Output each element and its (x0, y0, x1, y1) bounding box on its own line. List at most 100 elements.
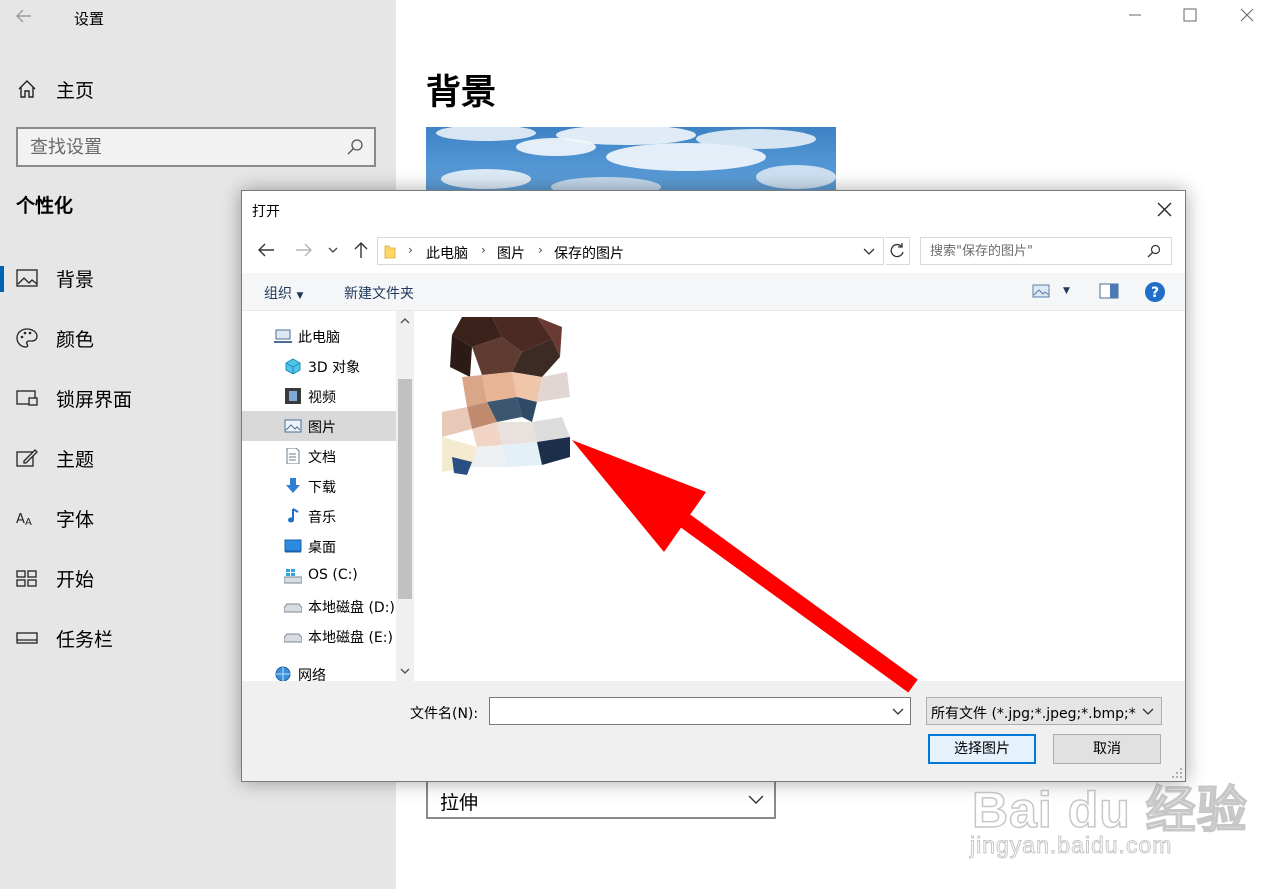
tree-item-drive-d[interactable]: 本地磁盘 (D:) (242, 591, 396, 621)
breadcrumb-pictures[interactable]: 图片 (497, 243, 525, 263)
navigation-tree: 此电脑 3D 对象 视频 图片 文档 下载 音乐 桌面 OS (C:) 本地磁盘… (242, 311, 414, 681)
view-dropdown-icon[interactable]: ▼ (1063, 286, 1070, 296)
nav-item-label: 锁屏界面 (56, 389, 133, 411)
svg-text:?: ? (1151, 285, 1159, 301)
filename-field[interactable] (489, 697, 911, 725)
up-arrow-icon[interactable] (350, 239, 372, 261)
home-icon (18, 80, 36, 98)
chevron-down-icon[interactable] (892, 707, 904, 717)
nav-home[interactable]: 主页 (0, 70, 396, 106)
organize-button[interactable]: 组织 ▼ (264, 283, 303, 303)
image-file-thumbnail[interactable] (442, 317, 570, 477)
dialog-search[interactable] (920, 237, 1172, 265)
maximize-icon (1183, 8, 1197, 22)
nav-item-label: 任务栏 (56, 629, 114, 651)
view-mode-icon[interactable] (1032, 282, 1050, 300)
tree-item-music[interactable]: 音乐 (242, 501, 396, 531)
fit-select[interactable]: 拉伸 (426, 779, 776, 819)
new-folder-button[interactable]: 新建文件夹 (344, 283, 414, 303)
back-button[interactable] (14, 6, 38, 28)
dialog-search-input[interactable] (930, 242, 1140, 260)
dialog-close-button[interactable] (1151, 199, 1177, 221)
breadcrumb-this-pc[interactable]: 此电脑 (426, 243, 468, 263)
forward-arrow-icon[interactable] (293, 239, 315, 261)
page-title: 背景 (426, 73, 497, 113)
tree-item-downloads[interactable]: 下载 (242, 471, 396, 501)
tree-item-label: OS (C:) (308, 567, 358, 583)
dropdown-triangle-icon: ▼ (296, 291, 304, 301)
tree-item-3d-objects[interactable]: 3D 对象 (242, 351, 396, 381)
cube-icon (285, 358, 301, 374)
filetype-dropdown[interactable] (1139, 698, 1157, 724)
image-icon (16, 269, 38, 287)
breadcrumb-separator: › (538, 243, 543, 257)
tree-item-label: 文档 (308, 450, 336, 466)
nav-item-label: 背景 (56, 269, 95, 291)
pictures-icon (284, 419, 302, 433)
tree-item-documents[interactable]: 文档 (242, 441, 396, 471)
tree-item-drive-e[interactable]: 本地磁盘 (E:) (242, 621, 396, 651)
nav-item-label: 主题 (56, 449, 95, 471)
breadcrumb-separator: › (481, 243, 486, 257)
lock-screen-icon (16, 390, 38, 406)
film-icon (285, 388, 301, 404)
breadcrumb-saved-pictures[interactable]: 保存的图片 (554, 243, 624, 263)
address-bar[interactable]: › 此电脑 › 图片 › 保存的图片 (377, 237, 884, 265)
search-icon[interactable] (346, 138, 364, 156)
search-icon[interactable] (1147, 244, 1161, 258)
maximize-button[interactable] (1175, 6, 1205, 28)
help-icon[interactable]: ? (1144, 281, 1166, 303)
nav-item-label: 颜色 (56, 329, 95, 351)
close-icon (1240, 8, 1254, 22)
scrollbar-thumb[interactable] (398, 379, 412, 599)
tree-item-label: 网络 (298, 668, 326, 681)
filename-label: 文件名(N): (410, 706, 479, 722)
chevron-up-icon[interactable] (399, 315, 411, 327)
settings-search-input[interactable] (30, 135, 330, 159)
close-button[interactable] (1232, 6, 1262, 28)
tree-item-drive-c[interactable]: OS (C:) (242, 561, 396, 591)
nav-item-label: 开始 (56, 569, 95, 591)
back-arrow-icon[interactable] (255, 239, 277, 261)
theme-icon (16, 449, 38, 467)
filetype-select[interactable]: 所有文件 (*.jpg;*.jpeg;*.bmp;* (926, 697, 1162, 725)
chevron-down-icon[interactable] (863, 247, 875, 257)
minimize-icon (1129, 14, 1141, 16)
svg-text:A: A (16, 512, 25, 527)
svg-text:A: A (25, 517, 32, 528)
refresh-icon (890, 243, 904, 258)
chevron-down-icon (748, 795, 764, 804)
nav-home-label: 主页 (56, 80, 95, 102)
tree-item-label: 桌面 (308, 540, 336, 556)
palette-icon (16, 328, 38, 348)
tree-item-label: 此电脑 (298, 330, 340, 346)
windows-drive-icon (284, 569, 302, 584)
tree-item-this-pc[interactable]: 此电脑 (242, 321, 396, 351)
tree-scrollbar[interactable] (396, 311, 414, 681)
tree-item-desktop[interactable]: 桌面 (242, 531, 396, 561)
chevron-down-icon[interactable] (326, 239, 340, 261)
settings-search[interactable] (16, 127, 376, 167)
file-list (414, 311, 1185, 681)
tree-item-videos[interactable]: 视频 (242, 381, 396, 411)
minimize-button[interactable] (1120, 6, 1150, 28)
network-icon (275, 666, 291, 681)
tree-item-label: 音乐 (308, 510, 336, 526)
chevron-down-icon[interactable] (399, 665, 411, 677)
tree-item-label: 视频 (308, 390, 336, 406)
drive-icon (284, 633, 302, 643)
filetype-value: 所有文件 (*.jpg;*.jpeg;*.bmp;* (931, 706, 1136, 722)
tree-item-network[interactable]: 网络 (242, 659, 396, 681)
computer-icon (274, 329, 292, 343)
preview-pane-icon[interactable] (1099, 282, 1119, 300)
watermark-sub: jingyan.baidu.com (969, 832, 1173, 859)
desktop-icon (284, 539, 302, 553)
start-icon (16, 570, 37, 587)
document-icon (286, 448, 300, 464)
filename-input[interactable] (494, 702, 884, 720)
tree-item-label: 图片 (308, 420, 336, 436)
tree-item-pictures[interactable]: 图片 (242, 411, 396, 441)
music-icon (288, 508, 299, 523)
organize-label: 组织 (264, 286, 292, 302)
refresh-button[interactable] (886, 237, 910, 265)
